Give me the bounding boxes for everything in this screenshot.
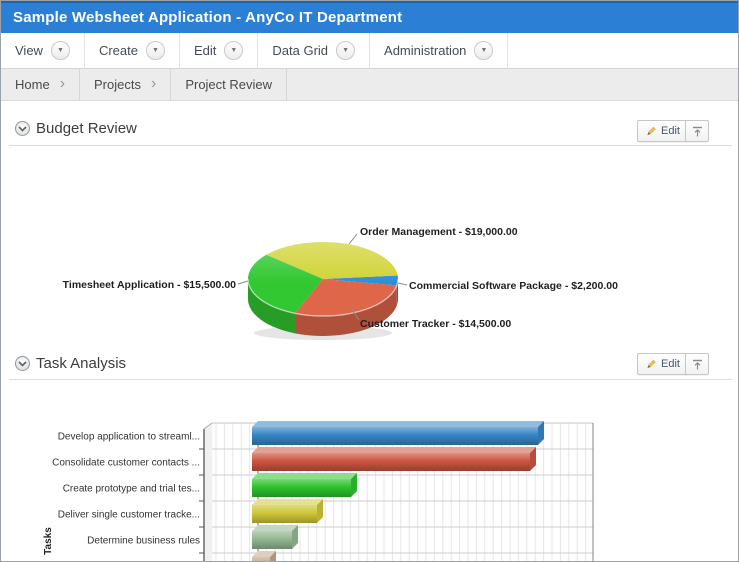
budget-pie-chart[interactable]: Order Management - $19,000.00 Commercial …	[1, 151, 739, 346]
collapse-to-top-button-tasks[interactable]	[685, 353, 709, 375]
section-divider	[9, 379, 732, 380]
page-content: Budget Review Edit Order Management - $1…	[1, 101, 739, 562]
menu-item-view[interactable]: View ▼	[1, 33, 85, 68]
edit-button-budget[interactable]: Edit	[637, 120, 688, 142]
bar-category-label: Develop application to streaml...	[58, 432, 200, 443]
menu-item-label: Edit	[193, 43, 217, 58]
breadcrumb-label: Projects	[94, 77, 141, 92]
edit-button-tasks[interactable]: Edit	[637, 353, 688, 375]
breadcrumb-projects[interactable]: Projects ›	[80, 69, 172, 100]
section-divider	[9, 145, 732, 146]
triangle-down-icon[interactable]: ▼	[474, 41, 494, 60]
task-bar-chart[interactable]: Develop application to streaml... Consoli…	[1, 386, 739, 562]
collapse-to-top-button-budget[interactable]	[685, 120, 709, 142]
bar-category-label: Create prototype and trial tes...	[63, 484, 200, 495]
bar-axis-title-tasks: Tasks	[43, 527, 54, 555]
menu-item-administration[interactable]: Administration ▼	[370, 33, 509, 68]
bar-category-label: Consolidate customer contacts ...	[52, 458, 200, 469]
triangle-down-icon[interactable]: ▼	[50, 41, 70, 60]
chevron-right-icon: ›	[59, 74, 66, 92]
bar-category-label: Deliver single customer tracke...	[58, 510, 200, 521]
bar-2[interactable]	[252, 473, 357, 497]
breadcrumb-project-review[interactable]: Project Review	[171, 69, 288, 100]
app-header: Sample Websheet Application - AnyCo IT D…	[1, 1, 738, 33]
menu-item-edit[interactable]: Edit ▼	[180, 33, 259, 68]
menu-item-label: Create	[98, 43, 138, 58]
menu-item-data-grid[interactable]: Data Grid ▼	[258, 33, 371, 68]
pie-label: Order Management - $19,000.00	[360, 226, 518, 238]
section-title: Task Analysis	[36, 355, 127, 372]
bar-4[interactable]	[252, 525, 298, 549]
edit-button-label: Edit	[661, 125, 680, 137]
app-title: Sample Websheet Application - AnyCo IT D…	[13, 9, 403, 26]
bar-category-label: Determine business rules	[87, 536, 200, 547]
pie-label: Commercial Software Package - $2,200.00	[409, 280, 618, 292]
section-header-task-analysis: Task Analysis Edit	[1, 346, 738, 382]
pie-label: Customer Tracker - $14,500.00	[360, 318, 511, 330]
menu-item-label: View	[15, 43, 43, 58]
section-header-budget-review: Budget Review Edit	[1, 111, 738, 147]
section-title: Budget Review	[36, 120, 137, 137]
websheet-app-window: Sample Websheet Application - AnyCo IT D…	[0, 0, 739, 562]
bar-1[interactable]	[252, 447, 536, 471]
menu-item-create[interactable]: Create ▼	[85, 33, 180, 68]
chevron-down-circle-icon[interactable]	[15, 121, 30, 136]
chevron-down-circle-icon[interactable]	[15, 356, 30, 371]
pie-label: Timesheet Application - $15,500.00	[63, 279, 236, 291]
bar-0[interactable]	[252, 421, 544, 445]
menu-bar: View ▼ Create ▼ Edit ▼ Data Grid ▼ Admin…	[1, 33, 738, 69]
menu-item-label: Administration	[384, 43, 467, 58]
arrow-up-to-bar-icon	[692, 359, 702, 369]
triangle-down-icon[interactable]: ▼	[145, 41, 165, 60]
breadcrumb: Home › Projects › Project Review	[1, 69, 738, 101]
pencil-icon	[647, 359, 656, 368]
chevron-right-icon: ›	[150, 74, 157, 92]
breadcrumb-label: Project Review	[185, 77, 273, 92]
breadcrumb-home[interactable]: Home ›	[1, 69, 81, 100]
bar-3[interactable]	[252, 499, 323, 523]
triangle-down-icon[interactable]: ▼	[224, 41, 244, 60]
breadcrumb-label: Home	[15, 77, 50, 92]
pencil-icon	[647, 126, 656, 135]
menu-item-label: Data Grid	[272, 43, 329, 58]
triangle-down-icon[interactable]: ▼	[336, 41, 356, 60]
arrow-up-to-bar-icon	[692, 126, 702, 136]
edit-button-label: Edit	[661, 358, 680, 370]
